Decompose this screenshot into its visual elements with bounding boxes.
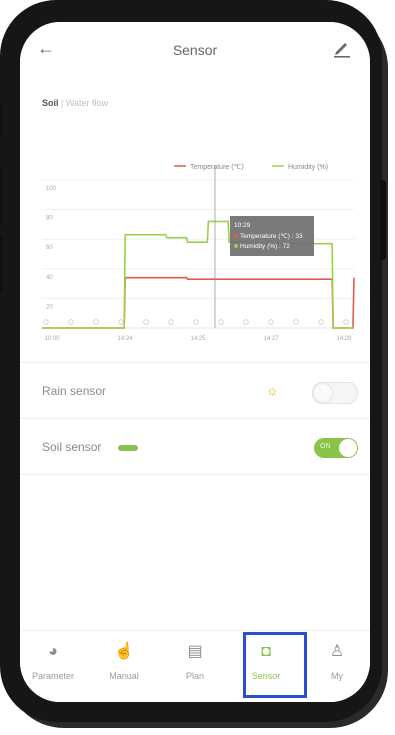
baseline-marker	[293, 319, 299, 325]
sun-icon: ☼	[266, 382, 279, 398]
baseline-marker	[193, 319, 199, 325]
tooltip-humidity: Humidity (%) : 72	[240, 243, 290, 250]
page-title: Sensor	[172, 42, 218, 58]
toggle-text: ON	[320, 443, 331, 450]
side-button	[0, 236, 2, 292]
top-bar: ← Sensor	[20, 22, 370, 80]
legend-humidity: Humidity (%)	[288, 164, 328, 171]
tooltip-time: 10:29	[234, 222, 251, 229]
user-icon: ♙	[329, 643, 345, 660]
soil-sensor-row: Soil sensor ON	[20, 420, 370, 476]
baseline-marker	[43, 319, 49, 325]
baseline-marker	[343, 319, 349, 325]
sensor-chart[interactable]: Temperature (℃) Humidity (%) 100 80 60 40 20…	[20, 132, 370, 352]
hand-icon: ☝	[114, 643, 134, 660]
side-button	[380, 180, 386, 260]
baseline-marker	[143, 319, 149, 325]
side-button	[0, 168, 2, 224]
nav-parameter[interactable]: ◕ Parameter	[20, 639, 86, 695]
sensor-subtabs: Soil | Water flow	[42, 98, 108, 108]
baseline-marker	[318, 319, 324, 325]
baseline-marker	[268, 319, 274, 325]
x-tick-label: 14:25	[190, 336, 206, 342]
app-screen: ← Sensor Soil | Water flow Temperature (…	[20, 22, 370, 702]
x-tick-label: 14:24	[117, 336, 133, 342]
divider	[20, 362, 370, 363]
soil-sensor-label: Soil sensor	[42, 440, 102, 454]
y-tick-label: 80	[46, 216, 53, 222]
nav-label: My	[331, 671, 343, 681]
baseline-marker	[93, 319, 99, 325]
bottom-nav: ◕ Parameter ☝ Manual ▤ Plan ◘ Sensor ♙ M…	[20, 630, 370, 702]
soil-sensor-toggle[interactable]: ON	[314, 438, 358, 458]
rain-sensor-label: Rain sensor	[42, 384, 107, 398]
edit-icon[interactable]	[330, 36, 354, 60]
toggle-knob	[339, 439, 357, 457]
tooltip-temp-dot	[234, 234, 238, 238]
y-tick-label: 100	[46, 186, 57, 192]
nav-highlight-box	[243, 632, 307, 698]
phone-frame: ← Sensor Soil | Water flow Temperature (…	[0, 0, 386, 722]
side-button	[0, 104, 2, 136]
nav-label: Manual	[109, 671, 139, 681]
pie-chart-icon: ◕	[48, 643, 58, 660]
nav-plan[interactable]: ▤ Plan	[162, 639, 228, 695]
tab-soil[interactable]: Soil	[42, 98, 59, 108]
x-tick-label: 14:28	[336, 336, 352, 342]
soil-status-badge	[118, 445, 138, 451]
rain-sensor-row: Rain sensor ☼	[20, 364, 370, 420]
nav-label: Parameter	[31, 671, 75, 681]
nav-manual[interactable]: ☝ Manual	[91, 639, 157, 695]
divider	[20, 418, 370, 419]
legend-temperature: Temperature (℃)	[190, 164, 244, 171]
y-tick-label: 60	[46, 245, 53, 251]
baseline-marker	[68, 319, 74, 325]
y-tick-label: 40	[46, 275, 53, 281]
baseline-marker	[168, 319, 174, 325]
baseline-marker	[243, 319, 249, 325]
x-tick-label: 10:00	[44, 336, 60, 342]
toggle-knob	[314, 384, 332, 402]
tab-separator: |	[61, 98, 64, 108]
tooltip-temperature: Temperature (℃) : 33	[240, 233, 303, 240]
y-tick-label: 20	[46, 304, 53, 310]
x-tick-label: 14:27	[263, 336, 279, 342]
rain-sensor-toggle[interactable]	[312, 382, 358, 404]
nav-my[interactable]: ♙ My	[304, 639, 370, 695]
calendar-icon: ▤	[187, 643, 203, 660]
baseline-marker	[118, 319, 124, 325]
divider	[20, 474, 370, 475]
tooltip-hum-dot	[234, 244, 238, 248]
nav-label: Plan	[185, 671, 204, 681]
baseline-marker	[218, 319, 224, 325]
tab-water-flow[interactable]: Water flow	[66, 98, 108, 108]
